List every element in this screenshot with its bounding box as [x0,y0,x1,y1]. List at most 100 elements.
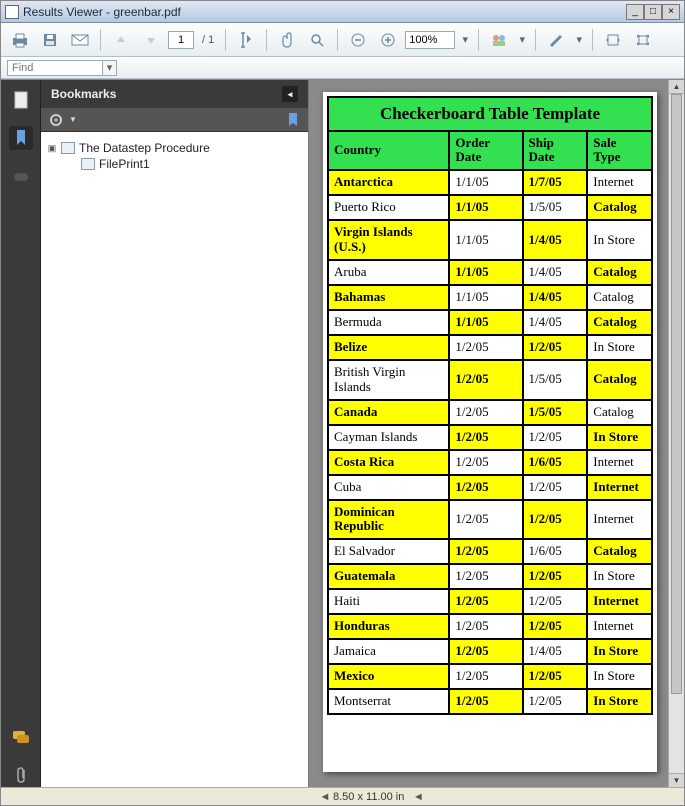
page-up-button[interactable] [108,28,134,52]
bookmarks-header: Bookmarks ◂ [41,80,308,108]
table-cell: Virgin Islands (U.S.) [328,220,449,260]
table-cell: 1/7/05 [523,170,588,195]
window-title: Results Viewer - greenbar.pdf [23,5,626,19]
hand-tool-button[interactable] [274,28,300,52]
email-button[interactable] [67,28,93,52]
table-cell: 1/2/05 [523,335,588,360]
collab-dropdown[interactable]: ▾ [516,31,528,49]
zoom-value[interactable]: 100% [405,31,455,49]
scroll-up-button[interactable]: ▲ [669,80,684,94]
fit-page-icon [635,33,651,47]
table-cell: Montserrat [328,689,449,714]
scroll-down-button[interactable]: ▼ [669,773,684,787]
table-cell: 1/2/05 [523,475,588,500]
table-cell: 1/5/05 [523,360,588,400]
new-bookmark-button[interactable] [286,112,300,128]
table-cell: 1/4/05 [523,220,588,260]
table-cell: Canada [328,400,449,425]
table-cell: Dominican Republic [328,500,449,540]
save-button[interactable] [37,28,63,52]
table-cell: Honduras [328,614,449,639]
table-cell: 1/2/05 [449,360,522,400]
checkerboard-table: Checkerboard Table Template CountryOrder… [327,96,653,715]
zoom-dropdown[interactable]: ▾ [459,31,471,49]
status-left-arrow[interactable]: ◄ [317,791,333,803]
select-tool-button[interactable] [233,28,259,52]
table-cell: British Virgin Islands [328,360,449,400]
attachments-button[interactable] [9,763,33,787]
nav-strip [1,80,41,787]
separator [592,29,593,51]
find-bar: ▾ [1,57,684,79]
table-cell: 1/4/05 [523,310,588,335]
table-cell: 1/2/05 [449,335,522,360]
bookmark-options-button[interactable] [49,113,63,127]
page-down-button[interactable] [138,28,164,52]
table-cell: In Store [587,220,652,260]
separator [478,29,479,51]
find-dropdown[interactable]: ▾ [103,60,117,76]
tree-collapse-icon[interactable]: ▣ [47,143,57,154]
fit-page-button[interactable] [630,28,656,52]
status-right-arrow[interactable]: ◄ [410,791,426,803]
find-input[interactable] [7,60,103,76]
people-icon [491,33,507,47]
restore-button[interactable]: □ [644,4,662,20]
scroll-thumb[interactable] [671,94,682,694]
pdf-page: Checkerboard Table Template CountryOrder… [323,92,657,772]
table-cell: 1/1/05 [449,195,522,220]
bookmark-node-icon [81,158,95,170]
tree-node-child[interactable]: FilePrint1 [47,156,302,172]
vertical-scrollbar[interactable]: ▲ ▼ [668,80,684,787]
separator [225,29,226,51]
table-cell: Puerto Rico [328,195,449,220]
document-viewport[interactable]: Checkerboard Table Template CountryOrder… [309,80,684,787]
table-cell: Catalog [587,260,652,285]
zoom-out-button[interactable] [345,28,371,52]
table-cell: Cuba [328,475,449,500]
table-cell: Belize [328,335,449,360]
bookmarks-panel-button[interactable] [9,126,33,150]
table-cell: Internet [587,450,652,475]
fit-width-button[interactable] [600,28,626,52]
binoculars-icon [13,168,29,184]
collapse-panel-button[interactable]: ◂ [282,86,298,102]
table-cell: Internet [587,170,652,195]
table-row: Puerto Rico1/1/051/5/05Catalog [328,195,652,220]
table-cell: 1/2/05 [449,539,522,564]
table-row: Bermuda1/1/051/4/05Catalog [328,310,652,335]
sign-button[interactable] [543,28,569,52]
table-cell: 1/2/05 [449,475,522,500]
marquee-zoom-button[interactable] [304,28,330,52]
table-cell: Costa Rica [328,450,449,475]
chevron-down-icon[interactable]: ▼ [69,115,77,124]
table-row: Honduras1/2/051/2/05Internet [328,614,652,639]
attachments-panel-button[interactable] [9,164,33,188]
collab-button[interactable] [486,28,512,52]
table-cell: Antarctica [328,170,449,195]
table-cell: In Store [587,639,652,664]
bookmarks-panel: Bookmarks ◂ ▼ ▣ The Datastep Procedure F… [41,80,309,787]
table-cell: Internet [587,475,652,500]
table-row: Haiti1/2/051/2/05Internet [328,589,652,614]
table-cell: 1/2/05 [449,425,522,450]
mail-icon [71,33,89,47]
table-cell: Catalog [587,195,652,220]
tree-node-root[interactable]: ▣ The Datastep Procedure [47,140,302,156]
pages-panel-button[interactable] [9,88,33,112]
table-row: Bahamas1/1/051/4/05Catalog [328,285,652,310]
minimize-button[interactable]: _ [626,4,644,20]
page-number-input[interactable] [168,31,194,49]
tree-root-label: The Datastep Procedure [79,141,210,155]
sign-dropdown[interactable]: ▾ [573,31,585,49]
comments-panel-button[interactable] [9,725,33,749]
table-cell: Aruba [328,260,449,285]
minus-icon [351,33,365,47]
print-button[interactable] [7,28,33,52]
close-button[interactable]: × [662,4,680,20]
table-cell: Bahamas [328,285,449,310]
table-cell: 1/2/05 [449,500,522,540]
table-row: Aruba1/1/051/4/05Catalog [328,260,652,285]
zoom-in-button[interactable] [375,28,401,52]
table-cell: 1/4/05 [523,285,588,310]
